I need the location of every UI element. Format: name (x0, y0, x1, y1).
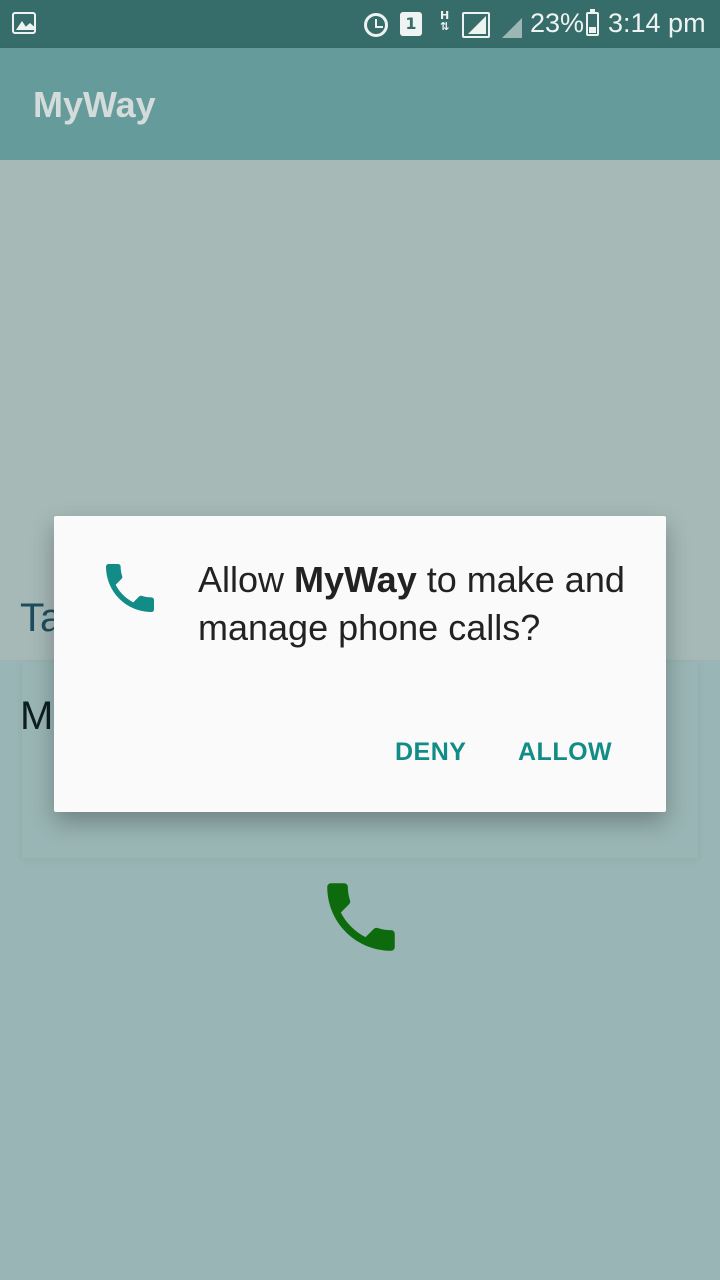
message-prefix: Allow (198, 559, 295, 600)
background-item: M (20, 694, 54, 738)
h-data-icon: H ⇅ (440, 9, 450, 33)
status-clock: 3:14 pm (608, 8, 706, 38)
deny-button[interactable]: DENY (395, 738, 466, 767)
signal-icon-2 (496, 14, 522, 38)
sim-icon: 1 (400, 12, 422, 36)
alarm-icon (364, 13, 388, 37)
battery-icon (586, 9, 599, 36)
app-title: MyWay (33, 84, 156, 125)
allow-button[interactable]: ALLOW (518, 738, 612, 767)
message-app-name: MyWay (294, 559, 417, 600)
status-bar: 1 H ⇅ 23% 3:14 pm (0, 0, 720, 48)
phone-icon[interactable] (316, 872, 406, 962)
permission-dialog: Allow MyWay to make and manage phone cal… (54, 516, 666, 812)
battery-percentage: 23% (530, 8, 585, 38)
phone-icon (106, 564, 154, 612)
network-type-label: H (440, 9, 450, 22)
signal-icon (462, 12, 490, 38)
dialog-message: Allow MyWay to make and manage phone cal… (198, 556, 638, 652)
gallery-icon (12, 12, 36, 34)
